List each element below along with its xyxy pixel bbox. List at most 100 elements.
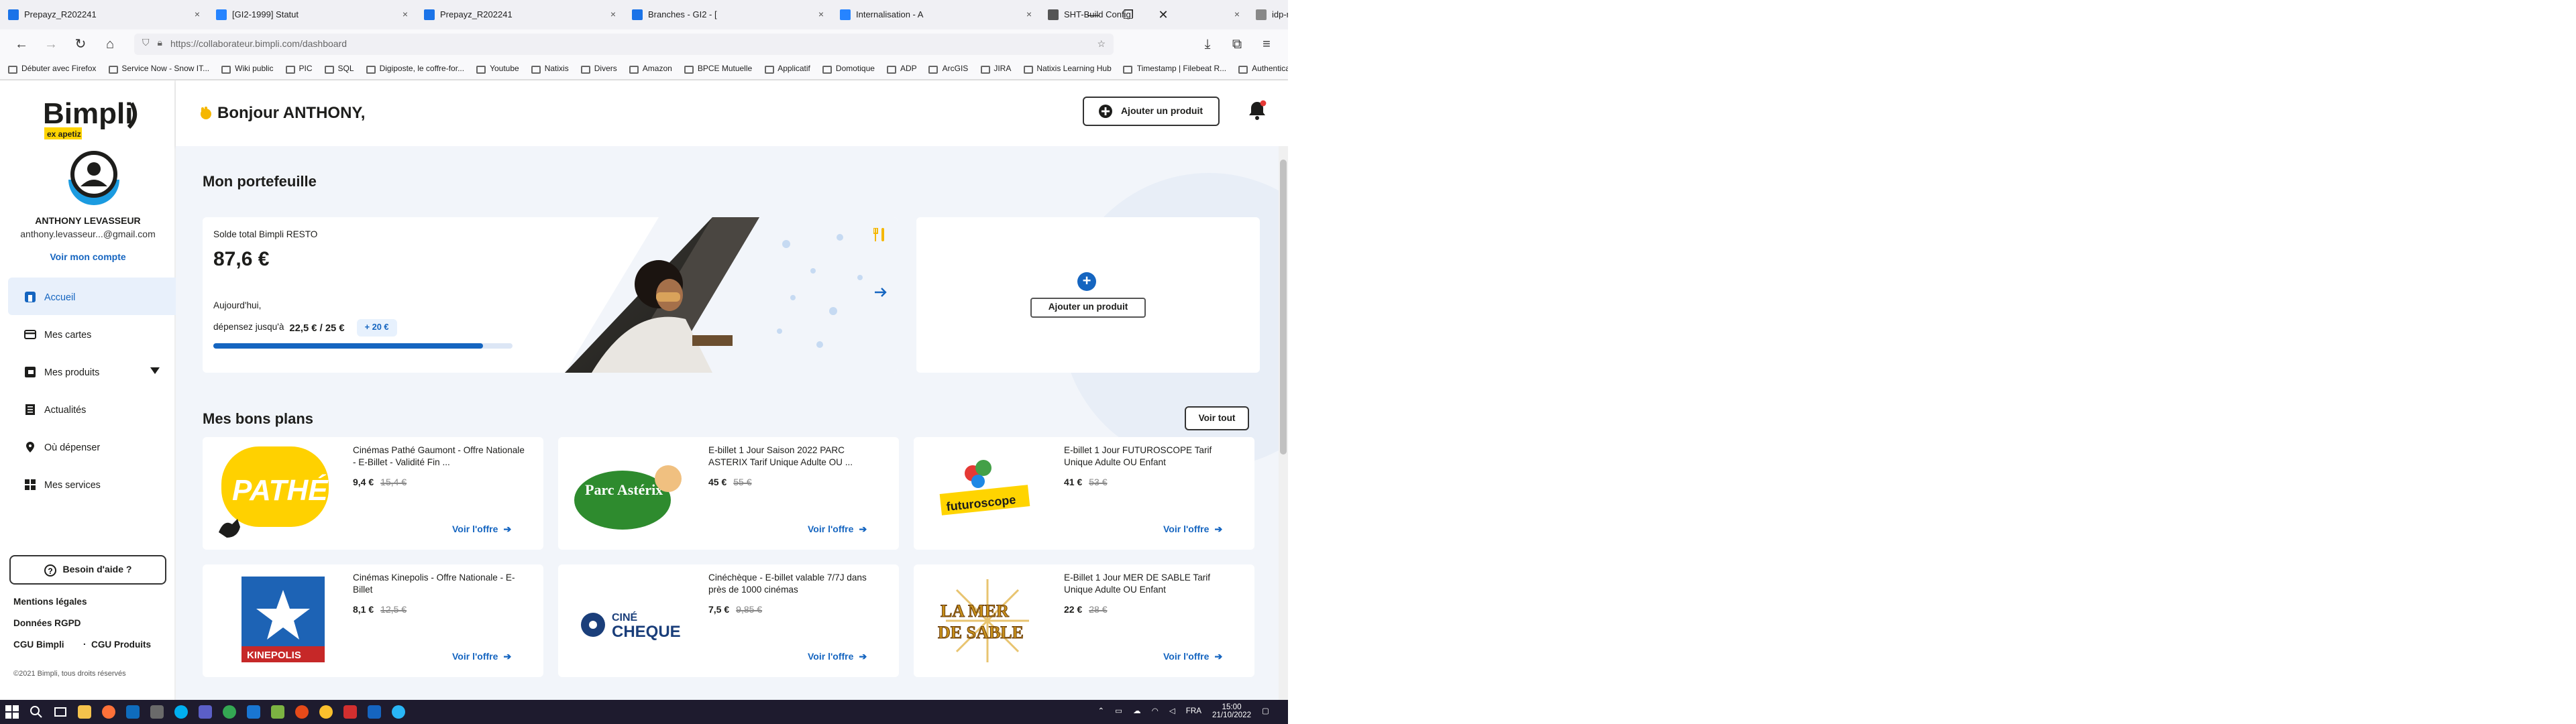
cloud-icon[interactable]: ☁ <box>1133 708 1141 716</box>
browser-tab[interactable]: Internalisation - A × <box>832 0 1040 29</box>
scrollbar[interactable] <box>1279 146 1288 700</box>
chevron-up-icon[interactable]: ⌃ <box>1097 708 1104 716</box>
tab-close-icon[interactable]: × <box>1234 10 1240 19</box>
bookmark-item[interactable]: SQL <box>324 65 354 73</box>
minimize-icon[interactable]: — <box>1076 0 1111 29</box>
app-icon[interactable] <box>338 700 362 724</box>
windows-start-icon[interactable] <box>0 700 24 724</box>
add-product-card[interactable]: + Ajouter un produit <box>916 217 1260 373</box>
sidebar-item-ou-depenser[interactable]: Où dépenser <box>8 428 176 465</box>
sidebar-item-mes-cartes[interactable]: Mes cartes <box>8 315 176 353</box>
bookmark-item[interactable]: ArcGIS <box>928 65 968 73</box>
bimpli-logo[interactable]: Bimpli ex apetiz <box>43 91 150 145</box>
legal-link[interactable]: Mentions légales <box>13 598 87 607</box>
forward-icon[interactable]: → <box>38 32 64 56</box>
browser-tab[interactable]: [GI2-1999] Statut × <box>208 0 416 29</box>
add-product-button[interactable]: Ajouter un produit <box>1083 97 1220 126</box>
app-icon[interactable] <box>241 700 266 724</box>
browser-tab[interactable]: Branches - GI2 - [× <box>624 0 832 29</box>
add-product-card-button[interactable]: Ajouter un produit <box>1030 298 1146 318</box>
menu-icon[interactable]: ≡ <box>1253 32 1280 56</box>
app-icon[interactable] <box>290 700 314 724</box>
extensions-icon[interactable]: ⧉ <box>1224 32 1250 56</box>
task-view-icon[interactable] <box>48 700 72 724</box>
view-offer-link[interactable]: Voir l'offre ➔ <box>1163 524 1222 535</box>
avatar[interactable] <box>63 150 125 212</box>
deal-card[interactable]: LA MER DE SABLE E-Billet 1 Jour MER DE SA… <box>914 564 1254 677</box>
network-icon[interactable]: ▭ <box>1115 708 1122 716</box>
home-browser-icon[interactable]: ⌂ <box>97 32 123 56</box>
outlook-icon[interactable] <box>121 700 145 724</box>
view-offer-link[interactable]: Voir l'offre ➔ <box>452 524 511 535</box>
bookmark-item[interactable]: Timestamp | Filebeat R... <box>1123 65 1226 73</box>
sidebar-item-accueil[interactable]: Accueil <box>8 278 176 315</box>
arrow-right-icon[interactable] <box>875 287 887 298</box>
view-offer-link[interactable]: Voir l'offre ➔ <box>1163 652 1222 662</box>
bookmark-item[interactable]: Domotique <box>822 65 875 73</box>
deal-card[interactable]: KINEPOLIS Cinémas Kinepolis - Offre Nati… <box>203 564 543 677</box>
back-icon[interactable]: ← <box>8 32 35 56</box>
tab-close-icon[interactable]: × <box>818 10 824 19</box>
bell-icon[interactable] <box>1248 99 1267 121</box>
sidebar-item-mes-produits[interactable]: Mes produits <box>8 353 176 390</box>
app-icon[interactable] <box>314 700 338 724</box>
deal-card[interactable]: CINÉ CHEQUE Cinéchèque - E-billet valable… <box>558 564 899 677</box>
tab-close-icon[interactable]: × <box>610 10 616 19</box>
cgu-bimpli-link[interactable]: CGU Bimpli <box>13 641 64 650</box>
cgu-produits-link[interactable]: CGU Produits <box>91 641 151 650</box>
help-button[interactable]: ? Besoin d'aide ? <box>9 555 166 585</box>
view-account-link[interactable]: Voir mon compte <box>0 253 176 263</box>
firefox-icon[interactable] <box>97 700 121 724</box>
rgpd-link[interactable]: Données RGPD <box>13 619 80 629</box>
view-offer-link[interactable]: Voir l'offre ➔ <box>808 524 867 535</box>
volume-icon[interactable]: ◁ <box>1169 708 1175 716</box>
bookmark-item[interactable]: Natixis <box>531 65 569 73</box>
skype-icon[interactable] <box>169 700 193 724</box>
bookmark-item[interactable]: Natixis Learning Hub <box>1023 65 1112 73</box>
wifi-icon[interactable]: ◠ <box>1152 708 1159 716</box>
tab-close-icon[interactable]: × <box>402 10 408 19</box>
bookmark-item[interactable]: Youtube <box>476 65 519 73</box>
sidebar-item-actualites[interactable]: Actualités <box>8 390 176 428</box>
bookmark-star-icon[interactable]: ☆ <box>1097 39 1106 50</box>
chevron-down-icon[interactable] <box>150 367 160 374</box>
file-explorer-icon[interactable] <box>72 700 97 724</box>
notepad-icon[interactable] <box>266 700 290 724</box>
bookmark-item[interactable]: Authentication and Pr... <box>1238 65 1288 73</box>
language-indicator[interactable]: FRA <box>1186 708 1201 716</box>
bookmark-item[interactable]: Divers <box>580 65 617 73</box>
bookmark-item[interactable]: Amazon <box>629 65 672 73</box>
clock[interactable]: 15:00 21/10/2022 <box>1212 703 1251 721</box>
bookmark-item[interactable]: PIC <box>285 65 313 73</box>
scrollbar-thumb[interactable] <box>1280 160 1287 455</box>
bookmark-item[interactable]: ADP <box>886 65 917 73</box>
deal-card[interactable]: Parc Astérix E-billet 1 Jour Saison 2022… <box>558 437 899 550</box>
app-icon[interactable] <box>362 700 386 724</box>
bookmark-item[interactable]: Applicatif <box>764 65 810 73</box>
search-icon[interactable] <box>24 700 48 724</box>
bookmark-item[interactable]: Débuter avec Firefox <box>8 65 96 73</box>
reload-icon[interactable]: ↻ <box>67 32 94 56</box>
tab-close-icon[interactable]: × <box>1026 10 1032 19</box>
bookmark-item[interactable]: BPCE Mutuelle <box>684 65 752 73</box>
view-offer-link[interactable]: Voir l'offre ➔ <box>452 652 511 662</box>
restore-icon[interactable]: ❐ <box>1111 0 1146 29</box>
app-icon[interactable] <box>145 700 169 724</box>
bookmark-item[interactable]: Service Now - Snow IT... <box>108 65 209 73</box>
browser-tab[interactable]: Prepayz_R202241 × <box>416 0 624 29</box>
view-offer-link[interactable]: Voir l'offre ➔ <box>808 652 867 662</box>
notification-icon[interactable]: ▢ <box>1262 708 1269 716</box>
bookmark-item[interactable]: Wiki public <box>221 65 274 73</box>
deal-card[interactable]: PATHÉ Cinémas Pathé Gaumont - Offre Nati… <box>203 437 543 550</box>
bookmark-item[interactable]: JIRA <box>980 65 1011 73</box>
teams-icon[interactable] <box>193 700 217 724</box>
downloads-icon[interactable]: ⤓ <box>1194 32 1221 56</box>
url-bar[interactable]: ⛉ 🔒︎ https://collaborateur.bimpli.com/da… <box>134 34 1114 55</box>
bookmark-item[interactable]: Digiposte, le coffre-for... <box>366 65 464 73</box>
chrome-icon[interactable] <box>217 700 241 724</box>
wallet-card[interactable]: Solde total Bimpli RESTO 87,6 € Aujourd'… <box>203 217 898 373</box>
app-icon[interactable] <box>386 700 411 724</box>
tab-close-icon[interactable]: × <box>195 10 200 19</box>
close-window-icon[interactable]: ✕ <box>1146 0 1181 29</box>
see-all-button[interactable]: Voir tout <box>1185 406 1249 430</box>
